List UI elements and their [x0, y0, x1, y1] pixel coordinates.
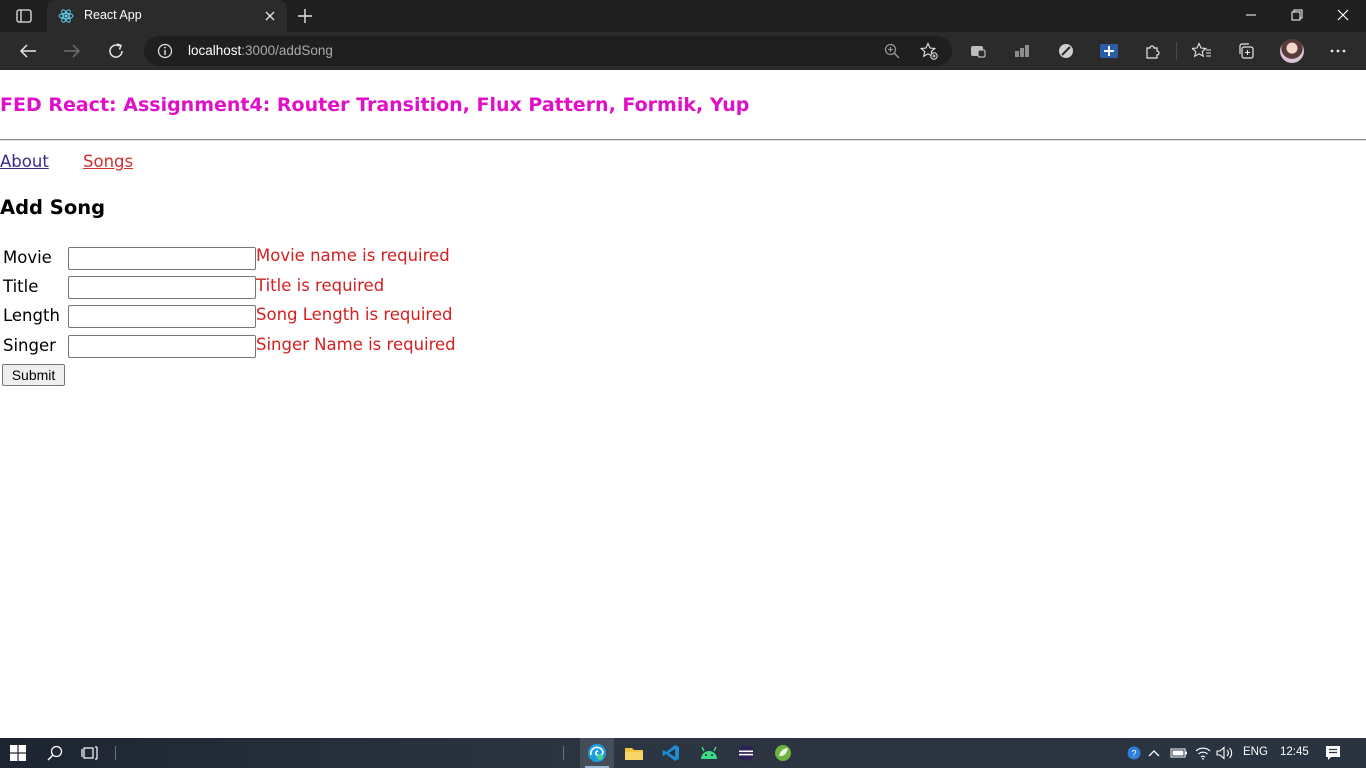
singer-input[interactable] [68, 335, 256, 358]
zoom-icon[interactable] [881, 41, 903, 61]
close-window-icon[interactable] [1328, 4, 1358, 26]
taskbar-divider [563, 746, 564, 760]
nav-link-about[interactable]: About [0, 152, 49, 171]
taskbar-divider [115, 746, 116, 760]
extensions-puzzle-icon[interactable] [1141, 40, 1165, 62]
system-clock[interactable]: 12:45 [1280, 746, 1309, 758]
page-title: FED React: Assignment4: Router Transitio… [0, 94, 750, 116]
show-hidden-icons-chevron-icon[interactable] [1143, 743, 1165, 763]
add-favorite-icon[interactable] [918, 41, 940, 61]
favorites-icon[interactable] [1190, 40, 1214, 62]
file-explorer-icon[interactable] [623, 743, 645, 763]
help-icon[interactable]: ? [1123, 743, 1145, 763]
svg-text:?: ? [1131, 749, 1136, 759]
windows-taskbar: ? ENG 12:45 [0, 738, 1366, 768]
nav-link-songs[interactable]: Songs [83, 152, 133, 171]
movie-error: Movie name is required [256, 246, 450, 265]
profile-avatar[interactable] [1280, 39, 1304, 63]
url-host: localhost [188, 43, 242, 58]
close-tab-icon[interactable] [262, 8, 278, 24]
new-tab-icon[interactable] [294, 6, 316, 26]
tab-title: React App [84, 8, 142, 22]
singer-label: Singer [3, 336, 56, 355]
language-indicator[interactable]: ENG [1243, 746, 1268, 758]
singer-error: Singer Name is required [256, 335, 456, 354]
restore-icon[interactable] [1282, 4, 1312, 26]
movie-input[interactable] [68, 247, 256, 270]
site-info-icon[interactable] [156, 42, 174, 60]
horizontal-divider [0, 139, 1366, 141]
tab-actions-icon[interactable] [10, 6, 38, 26]
battery-icon[interactable] [1168, 743, 1190, 763]
more-options-icon[interactable] [1326, 40, 1350, 62]
eclipse-icon[interactable] [735, 743, 757, 763]
browser-tab-strip: React App [0, 0, 1366, 32]
length-input[interactable] [68, 305, 256, 328]
minimize-icon[interactable] [1236, 4, 1266, 26]
title-label: Title [3, 277, 39, 296]
length-error: Song Length is required [256, 305, 453, 324]
submit-button[interactable]: Submit [2, 364, 65, 386]
address-bar[interactable]: localhost:3000/addSong [144, 36, 952, 66]
url-text[interactable]: localhost:3000/addSong [188, 43, 333, 58]
wifi-icon[interactable] [1192, 743, 1214, 763]
vscode-icon[interactable] [660, 743, 682, 763]
refresh-icon[interactable] [104, 40, 128, 62]
extension-b-icon[interactable] [1010, 40, 1034, 62]
task-view-icon[interactable] [79, 743, 101, 763]
length-label: Length [3, 306, 60, 325]
extension-a-icon[interactable] [966, 40, 990, 62]
browser-tab-active[interactable]: React App [47, 0, 287, 32]
collections-icon[interactable] [1234, 40, 1258, 62]
volume-icon[interactable] [1214, 743, 1236, 763]
section-title: Add Song [0, 196, 106, 219]
toolbar-divider [1176, 42, 1177, 60]
notifications-icon[interactable] [1322, 743, 1344, 763]
back-arrow-icon[interactable] [16, 40, 40, 62]
title-error: Title is required [256, 276, 385, 295]
android-studio-icon[interactable] [698, 743, 720, 763]
url-path: :3000/addSong [241, 43, 333, 58]
react-logo-icon [58, 8, 74, 24]
browser-toolbar: localhost:3000/addSong [0, 32, 1366, 70]
forward-arrow-icon[interactable] [60, 40, 84, 62]
windows-start-icon[interactable] [7, 743, 29, 763]
search-icon[interactable] [44, 743, 66, 763]
extension-d-icon[interactable] [1097, 40, 1121, 62]
title-input[interactable] [68, 276, 256, 299]
extension-c-icon[interactable] [1054, 40, 1078, 62]
spring-tool-icon[interactable] [772, 743, 794, 763]
edge-browser-icon[interactable] [586, 743, 608, 763]
movie-label: Movie [3, 248, 52, 267]
